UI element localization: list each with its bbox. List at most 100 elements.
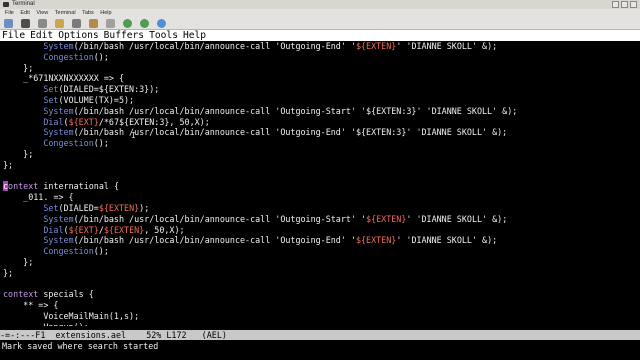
- emacs-menu-help[interactable]: Help: [183, 30, 206, 41]
- code-token: );: [139, 202, 150, 213]
- code-token: /*67${EXTEN:3}, 50,X);: [98, 116, 210, 127]
- terminal-menu-terminal[interactable]: Terminal: [55, 9, 76, 17]
- code-token: international {: [38, 181, 119, 192]
- mouse-ibeam-cursor-icon: I: [131, 131, 136, 140]
- code-token: ();: [93, 138, 109, 149]
- code-line: Congestion();: [0, 52, 640, 63]
- editor-buffer[interactable]: System(/bin/bash /usr/local/bin/announce…: [0, 41, 640, 326]
- emacs-menu-buffers[interactable]: Buffers: [104, 30, 144, 41]
- window-title: Terminal: [12, 1, 35, 7]
- code-token: _*671NXXNXXXXXX => {: [3, 73, 125, 84]
- terminal-menu-view[interactable]: View: [36, 9, 48, 17]
- terminal-menu-edit[interactable]: Edit: [20, 9, 29, 17]
- code-token: ${EXTEN}: [103, 224, 145, 235]
- terminal-menu-help[interactable]: Help: [100, 9, 111, 17]
- code-line: };: [0, 149, 640, 160]
- code-token: ();: [93, 51, 109, 62]
- code-line: Congestion();: [0, 138, 640, 149]
- code-token: ' 'DIANNE SKOLL' &);: [406, 213, 508, 224]
- paste-icon[interactable]: [55, 19, 64, 28]
- code-token: ${EXTEN}: [355, 235, 397, 246]
- preferences-icon[interactable]: [89, 19, 98, 28]
- code-line: Congestion();: [0, 246, 640, 257]
- close-button[interactable]: [630, 1, 637, 8]
- code-token: (/bin/bash /usr/local/bin/announce-call …: [73, 41, 356, 51]
- code-token: context: [3, 289, 39, 300]
- code-line: Hangup();: [0, 322, 640, 326]
- code-line: };: [0, 268, 640, 279]
- minimize-button[interactable]: [612, 1, 619, 8]
- code-token: Dial: [3, 224, 64, 235]
- code-line: Set(VOLUME(TX)=5);: [0, 95, 640, 106]
- code-token: System: [3, 127, 74, 138]
- copy-icon[interactable]: [38, 19, 47, 28]
- code-token: ${EXT}: [68, 224, 99, 235]
- new-tab-icon[interactable]: [4, 19, 13, 28]
- code-token: };: [3, 159, 14, 170]
- emacs-menubar: File Edit Options Buffers Tools Help: [0, 30, 640, 41]
- code-token: _011. => {: [3, 192, 74, 203]
- code-token: ();: [93, 246, 109, 257]
- new-window-icon[interactable]: [21, 19, 30, 28]
- terminal-menubar: File Edit View Terminal Tabs Help: [0, 9, 640, 17]
- code-token: VoiceMailMain(1,s);: [3, 310, 140, 321]
- code-token: ' 'DIANNE SKOLL' &);: [396, 235, 498, 246]
- code-token: Set: [3, 84, 59, 95]
- code-token: Congestion: [3, 138, 94, 149]
- code-token: System: [3, 105, 74, 116]
- zoom-icon[interactable]: [106, 19, 115, 28]
- emacs-menu-tools[interactable]: Tools: [149, 30, 178, 41]
- code-line: Set(DIALED=${EXTEN});: [0, 203, 640, 214]
- code-token: System: [3, 41, 74, 51]
- code-token: specials {: [38, 289, 94, 300]
- settings-icon[interactable]: [140, 19, 149, 28]
- code-token: Congestion: [3, 246, 94, 257]
- code-token: Hangup();: [3, 322, 88, 326]
- code-token: System: [3, 213, 74, 224]
- code-token: ' 'DIANNE SKOLL' &);: [396, 41, 498, 51]
- code-token: ${EXTEN}: [366, 213, 407, 224]
- code-line: };: [0, 257, 640, 268]
- terminal-toolbar: [0, 17, 640, 30]
- code-token: (/bin/bash /usr/local/bin/announce-call …: [73, 235, 356, 246]
- window-title-bar: Terminal: [0, 0, 640, 9]
- code-line: context international {: [0, 181, 640, 192]
- code-token: (/bin/bash /usr/local/bin/announce-call …: [73, 105, 518, 116]
- terminal-menu-tabs[interactable]: Tabs: [82, 9, 94, 17]
- code-token: };: [3, 267, 14, 278]
- code-line: VoiceMailMain(1,s);: [0, 311, 640, 322]
- code-token: Set: [3, 202, 59, 213]
- code-line: System(/bin/bash /usr/local/bin/announce…: [0, 235, 640, 246]
- code-line: System(/bin/bash /usr/local/bin/announce…: [0, 41, 640, 52]
- code-line: Dial(${EXT}/*67${EXTEN:3}, 50,X);: [0, 117, 640, 128]
- code-line: System(/bin/bash /usr/local/bin/announce…: [0, 106, 640, 117]
- code-line: };: [0, 160, 640, 171]
- bookmark-icon[interactable]: [123, 19, 132, 28]
- code-token: ${EXTEN}: [98, 202, 140, 213]
- maximize-button[interactable]: [621, 1, 628, 8]
- code-token: };: [3, 148, 34, 159]
- emacs-menu-file[interactable]: File: [2, 30, 25, 41]
- terminal-app-icon: [3, 2, 9, 7]
- help-icon[interactable]: [157, 19, 166, 28]
- code-line: System(/bin/bash /usr/local/bin/announce…: [0, 127, 640, 138]
- code-token: (VOLUME(TX)=5);: [58, 94, 135, 105]
- emacs-menu-options[interactable]: Options: [58, 30, 98, 41]
- code-line: ** => {: [0, 300, 640, 311]
- mode-line: -=-:---F1 extensions.ael 52% L172 (AEL): [0, 330, 640, 340]
- code-token: ${EXTEN}: [355, 41, 397, 51]
- code-token: Congestion: [3, 51, 94, 62]
- code-token: System: [3, 235, 74, 246]
- code-token: Set: [3, 94, 59, 105]
- code-token: };: [3, 256, 34, 267]
- find-icon[interactable]: [72, 19, 81, 28]
- code-line: Set(DIALED=${EXTEN:3});: [0, 84, 640, 95]
- code-token: , 50,X);: [144, 224, 185, 235]
- code-line: Dial(${EXT}/${EXTEN}, 50,X);: [0, 225, 640, 236]
- code-line: context specials {: [0, 289, 640, 300]
- code-line: };: [0, 63, 640, 74]
- emacs-menu-edit[interactable]: Edit: [30, 30, 53, 41]
- terminal-menu-file[interactable]: File: [5, 9, 14, 17]
